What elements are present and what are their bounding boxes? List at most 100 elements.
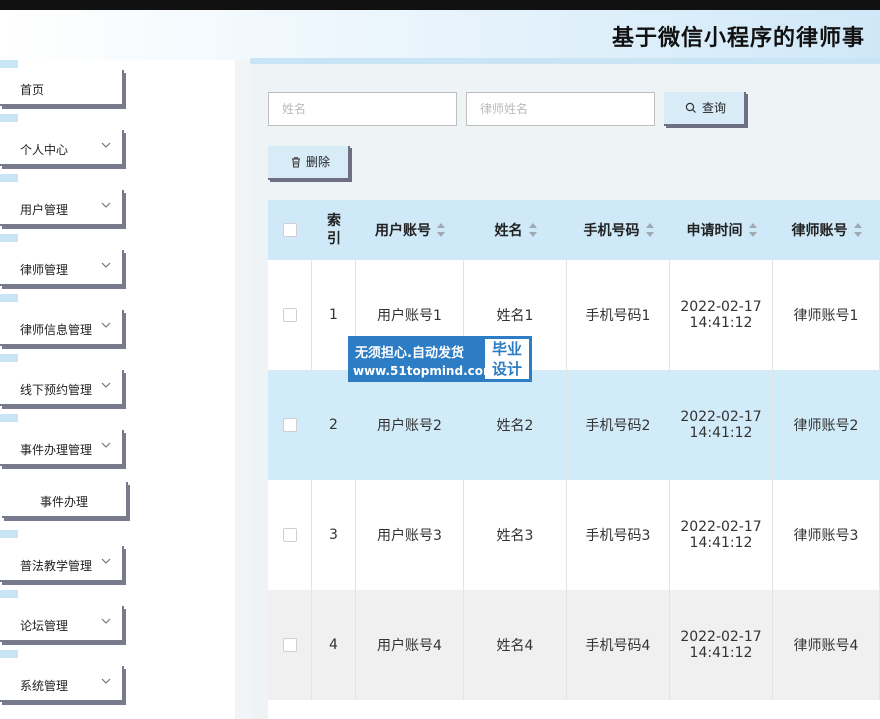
sidebar-accent [0, 234, 18, 242]
sort-icon[interactable] [528, 223, 537, 237]
chevron-down-icon [101, 322, 111, 328]
sidebar-item-profile[interactable]: 个人中心 [0, 130, 124, 166]
query-button-label: 查询 [702, 101, 727, 115]
chevron-down-icon [101, 382, 111, 388]
watermark-badge-box: 毕业 设计 [485, 339, 529, 379]
query-button[interactable]: 查询 [664, 92, 746, 126]
cell-index: 4 [312, 590, 356, 700]
header-name[interactable]: 姓名 [464, 200, 567, 260]
header-index-label: 索引 [327, 213, 341, 247]
delete-button[interactable]: 删除 [268, 146, 350, 180]
sidebar-accent [0, 60, 18, 68]
sidebar-accent [0, 530, 18, 538]
cell-time: 14:41:12 [689, 645, 753, 661]
cell-name: 姓名3 [464, 480, 567, 590]
sidebar-subitem-case-handling[interactable]: 事件办理 [2, 482, 128, 518]
cell-apply-time: 2022-02-17 14:41:12 [670, 370, 773, 480]
cell-time: 14:41:12 [689, 315, 753, 331]
header-phone-label: 手机号码 [583, 223, 640, 239]
sort-icon[interactable] [437, 223, 445, 237]
cell-index: 2 [312, 370, 356, 480]
row-checkbox-cell [268, 480, 312, 590]
header-apply-time[interactable]: 申请时间 [670, 200, 773, 260]
chevron-down-icon [101, 558, 111, 564]
cell-phone: 手机号码2 [567, 370, 670, 480]
sort-icon[interactable] [748, 223, 757, 237]
chevron-down-icon [101, 618, 111, 624]
row-checkbox[interactable] [282, 638, 297, 652]
name-search-input[interactable]: 姓名 [268, 92, 457, 126]
chevron-down-icon [101, 442, 111, 448]
header-apply-time-label: 申请时间 [686, 223, 743, 239]
cell-phone: 手机号码4 [567, 590, 670, 700]
table-row[interactable] [268, 700, 880, 719]
chevron-down-icon [101, 202, 111, 208]
sidebar: 首页 个人中心 用户管理 律师管理 律师信息管理 线下预约管理 事件办理管理 事… [0, 60, 235, 719]
cell-lawyer-account: 律师账号1 [773, 260, 880, 370]
header-account[interactable]: 用户账号 [356, 200, 464, 260]
sidebar-item-label: 用户管理 [20, 203, 69, 217]
row-checkbox[interactable] [282, 308, 297, 322]
sidebar-item-case-management[interactable]: 事件办理管理 [0, 430, 124, 466]
sidebar-accent [0, 294, 18, 302]
sidebar-item-label: 论坛管理 [20, 619, 69, 633]
chevron-down-icon [101, 262, 111, 268]
header-lawyer-account[interactable]: 律师账号 [773, 200, 880, 260]
table-row[interactable]: 3 用户账号3 姓名3 手机号码3 2022-02-17 14:41:12 律师… [268, 480, 880, 590]
cell-account: 用户账号4 [356, 590, 464, 700]
window-top-edge [0, 0, 880, 10]
row-checkbox[interactable] [282, 418, 297, 432]
sort-icon[interactable] [645, 223, 654, 237]
search-icon [685, 102, 696, 113]
sidebar-item-label: 律师信息管理 [20, 323, 93, 337]
sidebar-item-home[interactable]: 首页 [0, 70, 124, 106]
cell-date: 2022-02-17 [680, 629, 762, 645]
cell-phone: 手机号码1 [567, 260, 670, 370]
watermark-text-block: 无须担心.自动发货 www.51topmind.com [349, 337, 496, 381]
sidebar-item-label: 系统管理 [20, 679, 69, 693]
sidebar-item-label: 事件办理 [40, 495, 89, 509]
header-account-label: 用户账号 [375, 223, 431, 239]
sidebar-item-legal-education[interactable]: 普法教学管理 [0, 546, 124, 582]
sidebar-item-lawyer-info[interactable]: 律师信息管理 [0, 310, 124, 346]
table-row[interactable]: 2 用户账号2 姓名2 手机号码2 2022-02-17 14:41:12 律师… [268, 370, 880, 480]
cell-name: 姓名4 [464, 590, 567, 700]
sidebar-item-label: 事件办理管理 [20, 443, 93, 457]
sort-icon[interactable] [853, 223, 862, 237]
sidebar-item-lawyers[interactable]: 律师管理 [0, 250, 124, 286]
sidebar-item-users[interactable]: 用户管理 [0, 190, 124, 226]
lawyer-name-search-input[interactable]: 律师姓名 [466, 92, 655, 126]
row-checkbox-cell [268, 260, 312, 370]
header-phone[interactable]: 手机号码 [567, 200, 670, 260]
table-header: 索引 用户账号 姓名 手机号码 申请时间 律师账号 [268, 200, 880, 260]
watermark-line2: www.51topmind.com [353, 364, 496, 378]
data-table: 索引 用户账号 姓名 手机号码 申请时间 律师账号 1 用户账号1 姓名1 手机… [268, 200, 880, 719]
select-all-cell [268, 200, 312, 260]
row-checkbox-cell [268, 590, 312, 700]
chevron-down-icon [101, 142, 111, 148]
page-title: 基于微信小程序的律师事 [612, 26, 866, 51]
sidebar-item-system[interactable]: 系统管理 [0, 666, 124, 702]
header-lawyer-account-label: 律师账号 [791, 223, 848, 239]
sidebar-item-label: 线下预约管理 [20, 383, 93, 397]
cell-date: 2022-02-17 [680, 409, 762, 425]
select-all-checkbox[interactable] [283, 223, 297, 237]
cell-time: 14:41:12 [689, 535, 753, 551]
delete-button-label: 删除 [306, 155, 331, 169]
cell-lawyer-account: 律师账号2 [773, 370, 880, 480]
cell-index: 3 [312, 480, 356, 590]
row-checkbox-cell [268, 370, 312, 480]
cell-date: 2022-02-17 [680, 299, 762, 315]
main-top-accent [250, 58, 880, 64]
row-checkbox[interactable] [282, 528, 297, 542]
sidebar-item-appointments[interactable]: 线下预约管理 [0, 370, 124, 406]
sidebar-accent [0, 414, 18, 422]
sidebar-item-forum[interactable]: 论坛管理 [0, 606, 124, 642]
sidebar-item-label: 律师管理 [20, 263, 69, 277]
cell-lawyer-account: 律师账号4 [773, 590, 880, 700]
sidebar-item-label: 首页 [20, 83, 45, 97]
sidebar-item-label: 普法教学管理 [20, 559, 93, 573]
chevron-down-icon [101, 678, 111, 684]
sidebar-accent [0, 650, 18, 658]
table-row[interactable]: 4 用户账号4 姓名4 手机号码4 2022-02-17 14:41:12 律师… [268, 590, 880, 700]
